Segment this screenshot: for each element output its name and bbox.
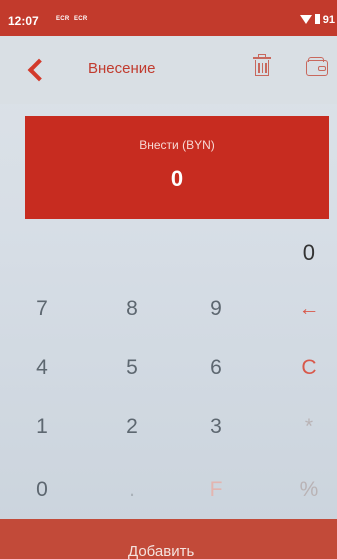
key-percent[interactable]: %	[279, 470, 337, 510]
back-arrow-icon[interactable]	[26, 58, 46, 80]
amount-value: 0	[170, 166, 184, 191]
status-time: 12:07	[8, 14, 39, 28]
battery-icon	[314, 14, 320, 24]
trash-icon-line	[258, 63, 260, 73]
key-1[interactable]: 1	[12, 407, 72, 447]
battery-level: 91	[322, 14, 335, 26]
status-bar: 12:07 ECR ECR 91	[0, 0, 337, 36]
key-clear[interactable]: C	[279, 348, 337, 388]
page-title: Внесение	[88, 60, 156, 77]
key-backspace[interactable]: ←	[279, 289, 337, 329]
key-0[interactable]: 0	[12, 470, 72, 510]
amount-panel: Внести (BYN) 0	[25, 116, 329, 219]
app-bar: Внесение	[0, 36, 337, 104]
key-multiply[interactable]: *	[279, 407, 337, 447]
trash-icon-line	[261, 63, 263, 73]
wallet-icon-clasp	[318, 66, 326, 71]
trash-icon-line	[265, 63, 267, 73]
screen: 12:07 ECR ECR 91 Внесение Внести (BYN) 0…	[0, 0, 337, 559]
status-right: 91	[299, 14, 335, 26]
add-button[interactable]: Добавить	[0, 519, 337, 559]
trash-icon-lid	[253, 57, 271, 59]
key-9[interactable]: 9	[186, 289, 246, 329]
key-5[interactable]: 5	[102, 348, 162, 388]
add-button-label: Добавить	[128, 543, 195, 559]
key-f[interactable]: F	[186, 470, 246, 510]
status-indicator-ecr: ECR	[74, 16, 88, 22]
entry-display: 0	[302, 240, 315, 265]
key-2[interactable]: 2	[102, 407, 162, 447]
key-4[interactable]: 4	[12, 348, 72, 388]
key-6[interactable]: 6	[186, 348, 246, 388]
key-3[interactable]: 3	[186, 407, 246, 447]
signal-icon	[299, 15, 312, 24]
wallet-icon[interactable]	[306, 57, 328, 77]
key-decimal[interactable]: .	[102, 470, 162, 510]
amount-label: Внести (BYN)	[139, 138, 215, 152]
status-indicator-ecr: ECR	[56, 16, 70, 22]
key-7[interactable]: 7	[12, 289, 72, 329]
trash-icon[interactable]	[252, 54, 272, 78]
key-8[interactable]: 8	[102, 289, 162, 329]
